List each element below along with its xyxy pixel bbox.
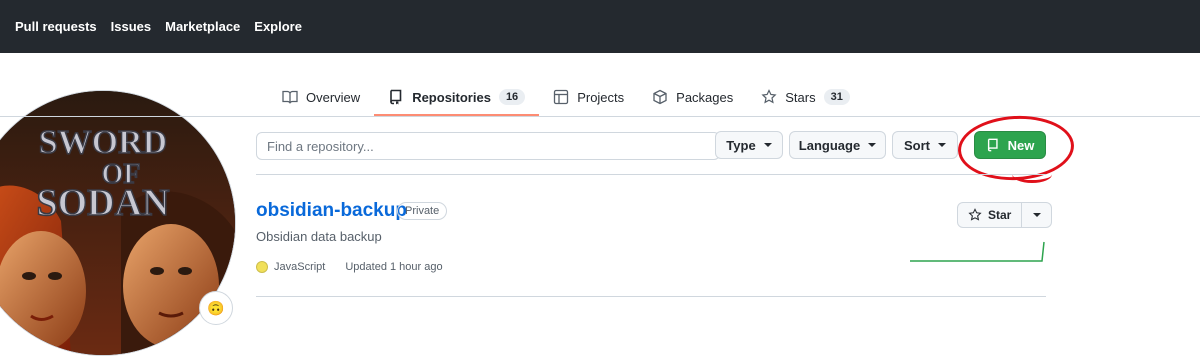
tab-repositories[interactable]: Repositories 16 [374,78,540,116]
language-color-dot [256,261,268,273]
tabs-divider [0,116,1200,117]
repo-icon [390,89,402,105]
tab-stars[interactable]: Stars 31 [747,78,864,116]
star-button-label: Star [988,208,1012,222]
type-filter-label: Type [726,137,756,153]
language-filter-button[interactable]: Language [789,131,886,159]
sort-filter-label: Sort [904,137,930,153]
find-repository-input[interactable] [256,132,720,160]
status-emoji-button[interactable]: 🙃 [199,291,233,325]
repo-language: JavaScript [274,261,326,273]
sort-filter-button[interactable]: Sort [892,131,958,159]
table-icon [554,89,569,105]
activity-sparkline [910,241,1045,262]
nav-explore[interactable]: Explore [254,19,302,34]
repo-meta: JavaScript Updated 1 hour ago [256,261,443,273]
top-navigation-bar: Pull requests Issues Marketplace Explore [0,0,1200,53]
chevron-down-icon [868,143,877,147]
repositories-count: 16 [498,89,526,105]
repo-updated: Updated 1 hour ago [345,261,443,273]
repo-name-link[interactable]: obsidian-backup [256,200,407,222]
tab-stars-label: Stars [785,89,816,105]
tab-packages-label: Packages [676,89,734,105]
svg-text:SWORD: SWORD [39,124,167,161]
header-nav: Pull requests Issues Marketplace Explore [15,0,316,53]
star-button[interactable]: Star [957,202,1023,228]
profile-tabs: Overview Repositories 16 Projects Packag… [268,78,864,116]
repo-icon [987,138,998,152]
star-list-dropdown[interactable] [1022,202,1053,228]
book-icon [282,90,298,104]
tab-overview[interactable]: Overview [268,78,374,116]
language-filter-label: Language [798,137,861,153]
chevron-down-icon [1032,213,1041,217]
nav-marketplace[interactable]: Marketplace [165,19,240,34]
chevron-down-icon [763,143,772,147]
stars-count: 31 [823,89,850,105]
tab-projects[interactable]: Projects [539,78,638,116]
tab-projects-label: Projects [577,89,625,105]
tab-overview-label: Overview [306,89,361,105]
list-divider [256,174,1046,175]
star-icon [761,89,777,104]
tab-repositories-label: Repositories [412,89,491,105]
visibility-badge: Private [397,202,448,220]
star-button-group: Star [957,202,1053,228]
nav-pull-requests[interactable]: Pull requests [15,19,97,34]
tab-packages[interactable]: Packages [638,78,747,116]
new-repository-label: New [1007,137,1035,153]
package-icon [653,89,667,105]
star-icon [968,208,982,221]
nav-issues[interactable]: Issues [111,19,151,34]
type-filter-button[interactable]: Type [715,131,783,159]
chevron-down-icon [938,143,946,147]
svg-text:SODAN: SODAN [36,182,169,224]
repo-list-divider [256,296,1046,297]
new-repository-button[interactable]: New [974,131,1046,159]
repo-description: Obsidian data backup [256,229,382,244]
